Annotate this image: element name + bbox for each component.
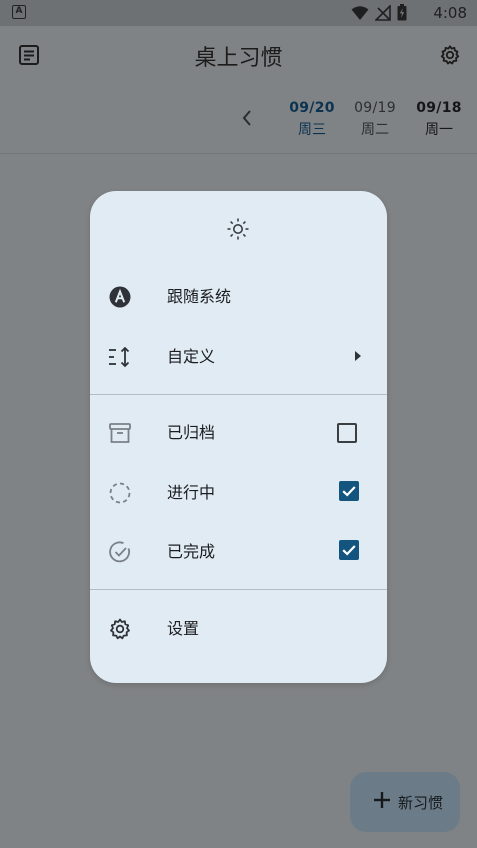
archive-icon bbox=[109, 423, 131, 443]
wifi-icon bbox=[351, 5, 369, 20]
menu-item-custom[interactable]: 自定义 bbox=[90, 331, 387, 383]
app-bar: 桌上习惯 bbox=[0, 26, 477, 84]
status-time: 4:08 bbox=[433, 4, 467, 22]
chevron-left-icon[interactable] bbox=[240, 108, 254, 128]
status-bar: A 4:08 bbox=[0, 0, 477, 26]
menu-divider bbox=[90, 394, 387, 395]
date-column[interactable]: 09/18 周一 bbox=[414, 100, 464, 139]
archived-checkbox[interactable] bbox=[337, 423, 357, 443]
battery-charging-icon bbox=[397, 4, 407, 21]
date-column-today[interactable]: 09/20 周三 bbox=[287, 100, 337, 139]
weekday-label: 周三 bbox=[298, 122, 326, 138]
new-habit-label: 新习惯 bbox=[398, 794, 444, 812]
in-progress-checkbox[interactable] bbox=[339, 481, 359, 501]
menu-item-in-progress[interactable]: 进行中 bbox=[90, 467, 387, 519]
sort-icon bbox=[109, 346, 130, 368]
plus-icon bbox=[374, 792, 390, 808]
status-icons bbox=[351, 4, 407, 21]
date-label: 09/18 bbox=[416, 100, 462, 116]
checkmark-icon bbox=[342, 545, 356, 556]
brightness-icon bbox=[227, 218, 249, 240]
menu-item-settings[interactable]: 设置 bbox=[90, 603, 387, 655]
completed-checkbox[interactable] bbox=[339, 540, 359, 560]
date-column[interactable]: 09/19 周二 bbox=[350, 100, 400, 139]
submenu-arrow-icon bbox=[355, 351, 361, 361]
header-divider bbox=[0, 153, 477, 154]
menu-divider bbox=[90, 589, 387, 590]
auto-theme-icon bbox=[109, 286, 131, 308]
app-notification-icon: A bbox=[12, 5, 26, 19]
date-label: 09/19 bbox=[354, 100, 396, 116]
menu-item-label: 跟随系统 bbox=[167, 287, 232, 306]
menu-item-follow-system[interactable]: 跟随系统 bbox=[90, 271, 387, 323]
gear-icon bbox=[110, 618, 130, 640]
menu-item-label: 设置 bbox=[167, 619, 200, 638]
date-label: 09/20 bbox=[289, 100, 335, 116]
in-progress-icon bbox=[109, 482, 131, 504]
menu-item-label: 自定义 bbox=[167, 347, 216, 366]
menu-item-archived[interactable]: 已归档 bbox=[90, 407, 387, 459]
menu-item-label: 已归档 bbox=[167, 423, 216, 442]
weekday-label: 周二 bbox=[361, 122, 389, 138]
page-title: 桌上习惯 bbox=[194, 46, 283, 71]
date-header: 09/20 周三 09/19 周二 09/18 周一 bbox=[0, 90, 477, 152]
screen: A 4:08 桌上习惯 09/20 周三 09/19 周二 09/18 周一 跟… bbox=[0, 0, 477, 848]
options-menu: 跟随系统 自定义 已归档 进行中 已完成 设置 bbox=[90, 191, 387, 683]
checkmark-icon bbox=[342, 486, 356, 497]
weekday-label: 周一 bbox=[425, 122, 453, 138]
signal-off-icon bbox=[375, 4, 391, 21]
completed-icon bbox=[109, 541, 130, 563]
menu-item-label: 进行中 bbox=[167, 483, 216, 502]
menu-item-label: 已完成 bbox=[167, 542, 216, 561]
new-habit-button[interactable]: 新习惯 bbox=[350, 772, 460, 832]
gear-icon[interactable] bbox=[439, 44, 461, 66]
menu-item-completed[interactable]: 已完成 bbox=[90, 526, 387, 578]
